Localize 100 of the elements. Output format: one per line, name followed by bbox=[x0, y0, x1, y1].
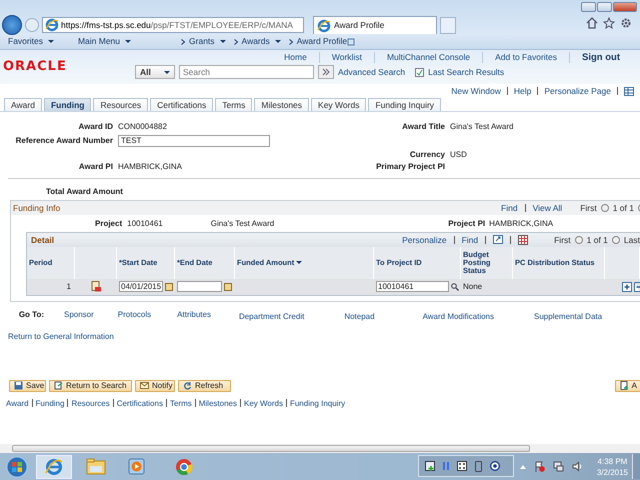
page-tab[interactable]: Funding Inquiry bbox=[368, 98, 442, 111]
save-button[interactable]: Save bbox=[9, 380, 46, 392]
page-link[interactable]: Personalize Page bbox=[544, 86, 611, 96]
header-link[interactable]: Worklist bbox=[318, 52, 374, 64]
footer-link[interactable]: Certifications bbox=[116, 398, 163, 408]
goto-label: Go To: bbox=[18, 310, 44, 322]
page-tab[interactable]: Milestones bbox=[254, 98, 310, 111]
media-player-icon[interactable] bbox=[128, 458, 145, 475]
minimize-button[interactable] bbox=[581, 2, 596, 12]
last-search-results-link[interactable]: Last Search Results bbox=[428, 66, 504, 78]
address-field[interactable]: https://fms-tst.ps.sc.edu/psp/FTST/EMPLOYEE/ERP/c/MANA bbox=[42, 17, 304, 33]
date-input[interactable]: 04/01/2015 bbox=[119, 281, 164, 292]
star-icon[interactable] bbox=[603, 17, 615, 29]
goto-link[interactable]: Attributes bbox=[177, 310, 211, 322]
show-desktop-button[interactable] bbox=[632, 454, 640, 479]
search-scope-dropdown[interactable]: All bbox=[135, 65, 175, 79]
close-button[interactable] bbox=[613, 2, 637, 12]
page-tab[interactable]: Key Words bbox=[311, 98, 366, 111]
add-button[interactable]: A bbox=[614, 380, 640, 392]
target-icon[interactable] bbox=[490, 461, 500, 471]
url-text: https://fms-tst.ps.sc.edu/psp/FTST/EMPLOYEE/ERP/c/MANA bbox=[61, 20, 293, 30]
search-field[interactable]: Search bbox=[179, 65, 314, 79]
goto-link[interactable]: Award Modifications bbox=[422, 312, 494, 322]
horizontal-scrollbar[interactable] bbox=[0, 444, 640, 453]
network-icon[interactable] bbox=[553, 461, 564, 472]
speaker-icon[interactable] bbox=[572, 461, 583, 472]
tablet-icon[interactable] bbox=[475, 460, 482, 472]
footer-link[interactable]: Terms bbox=[170, 398, 192, 408]
breadcrumb-item[interactable]: Favorites bbox=[8, 36, 54, 47]
breadcrumb-item[interactable]: Grants bbox=[189, 36, 226, 47]
goto-link[interactable]: Supplemental Data bbox=[534, 312, 602, 322]
chevron-icon bbox=[234, 38, 238, 44]
footer-link[interactable]: Resources bbox=[71, 398, 110, 408]
folder-icon[interactable] bbox=[86, 458, 106, 475]
show-hidden-icons-icon[interactable] bbox=[520, 464, 526, 468]
previous-button[interactable] bbox=[600, 204, 609, 212]
add-row-icon[interactable] bbox=[622, 282, 632, 292]
page-link[interactable]: Help bbox=[514, 86, 532, 96]
flag-icon[interactable] bbox=[534, 461, 545, 472]
search-icon[interactable] bbox=[451, 282, 459, 291]
field-label: Currency bbox=[408, 150, 445, 160]
page-tab[interactable]: Award bbox=[4, 98, 42, 111]
chrome-icon[interactable] bbox=[175, 458, 193, 476]
dice-icon[interactable] bbox=[457, 461, 467, 471]
browser-tab[interactable]: Award Profile bbox=[313, 16, 437, 34]
goto-link[interactable]: Department Credit bbox=[238, 312, 304, 322]
grid-link[interactable]: View All bbox=[532, 203, 562, 214]
page-tab[interactable]: Terms bbox=[215, 98, 252, 111]
breadcrumb-item[interactable]: Award Profile bbox=[296, 36, 348, 47]
back-button[interactable] bbox=[2, 15, 22, 35]
header-link[interactable]: MultiChannel Console bbox=[374, 52, 482, 64]
grid-icon[interactable] bbox=[624, 86, 634, 96]
calendar-icon[interactable] bbox=[165, 282, 173, 291]
grid-link[interactable]: Find bbox=[462, 234, 478, 246]
page-link[interactable]: New Window bbox=[451, 86, 501, 96]
footer-link[interactable]: Key Words bbox=[244, 398, 283, 408]
page-tab[interactable]: Certifications bbox=[150, 98, 214, 111]
search-go-button[interactable] bbox=[318, 65, 334, 79]
maximize-button[interactable] bbox=[597, 2, 612, 12]
reference-input[interactable]: TEST bbox=[118, 134, 270, 147]
return-to-search-button[interactable]: Return to Search bbox=[49, 380, 132, 392]
return-link[interactable]: Return to General Information bbox=[0, 322, 640, 342]
notify-button[interactable]: Notify bbox=[135, 380, 175, 392]
footer-link[interactable]: Funding bbox=[36, 398, 64, 408]
project-id-input[interactable]: 10010461 bbox=[376, 281, 449, 292]
field-label: Project bbox=[95, 219, 122, 229]
monitor-icon[interactable] bbox=[425, 461, 435, 471]
zoom-icon[interactable] bbox=[493, 235, 504, 244]
goto-link[interactable]: Notepad bbox=[344, 312, 375, 322]
footer-link[interactable]: Funding Inquiry bbox=[290, 398, 346, 408]
start-button[interactable] bbox=[6, 456, 28, 478]
settings-icon[interactable] bbox=[620, 17, 632, 29]
grid-link[interactable]: Personalize bbox=[402, 234, 447, 246]
delete-row-icon[interactable] bbox=[634, 282, 640, 292]
page-tab[interactable]: Funding bbox=[44, 98, 92, 111]
date-input[interactable] bbox=[177, 281, 222, 292]
footer-link[interactable]: Milestones bbox=[198, 398, 237, 408]
refresh-button[interactable]: Refresh bbox=[178, 380, 231, 392]
browser-logo-icon bbox=[45, 18, 59, 32]
goto-link[interactable]: Protocols bbox=[118, 310, 152, 322]
page-tab[interactable]: Resources bbox=[93, 98, 148, 111]
spreadsheet-icon[interactable] bbox=[518, 234, 528, 245]
calendar-icon[interactable] bbox=[224, 282, 232, 291]
goto-link[interactable]: Sponsor bbox=[64, 310, 94, 322]
header-link[interactable]: Home bbox=[272, 52, 319, 64]
row-count: 1 of 1 bbox=[586, 234, 608, 246]
row-count: 1 of 1 bbox=[612, 203, 634, 214]
header-link[interactable]: Sign out bbox=[569, 52, 632, 64]
chevron-icon bbox=[288, 38, 293, 44]
grid-link[interactable]: Find bbox=[501, 203, 518, 214]
header-link[interactable]: Add to Favorites bbox=[482, 52, 569, 64]
taskbar-browser-button[interactable] bbox=[36, 454, 72, 478]
breadcrumb-item[interactable]: Main Menu bbox=[78, 36, 132, 47]
delete-row-icon[interactable] bbox=[91, 281, 101, 292]
advanced-search-link[interactable]: Advanced Search bbox=[338, 66, 406, 78]
previous-button[interactable] bbox=[574, 236, 583, 244]
next-button[interactable] bbox=[612, 236, 620, 244]
footer-link[interactable]: Award bbox=[6, 398, 29, 408]
home-icon[interactable] bbox=[586, 17, 598, 29]
breadcrumb-item[interactable]: Awards bbox=[242, 36, 281, 47]
